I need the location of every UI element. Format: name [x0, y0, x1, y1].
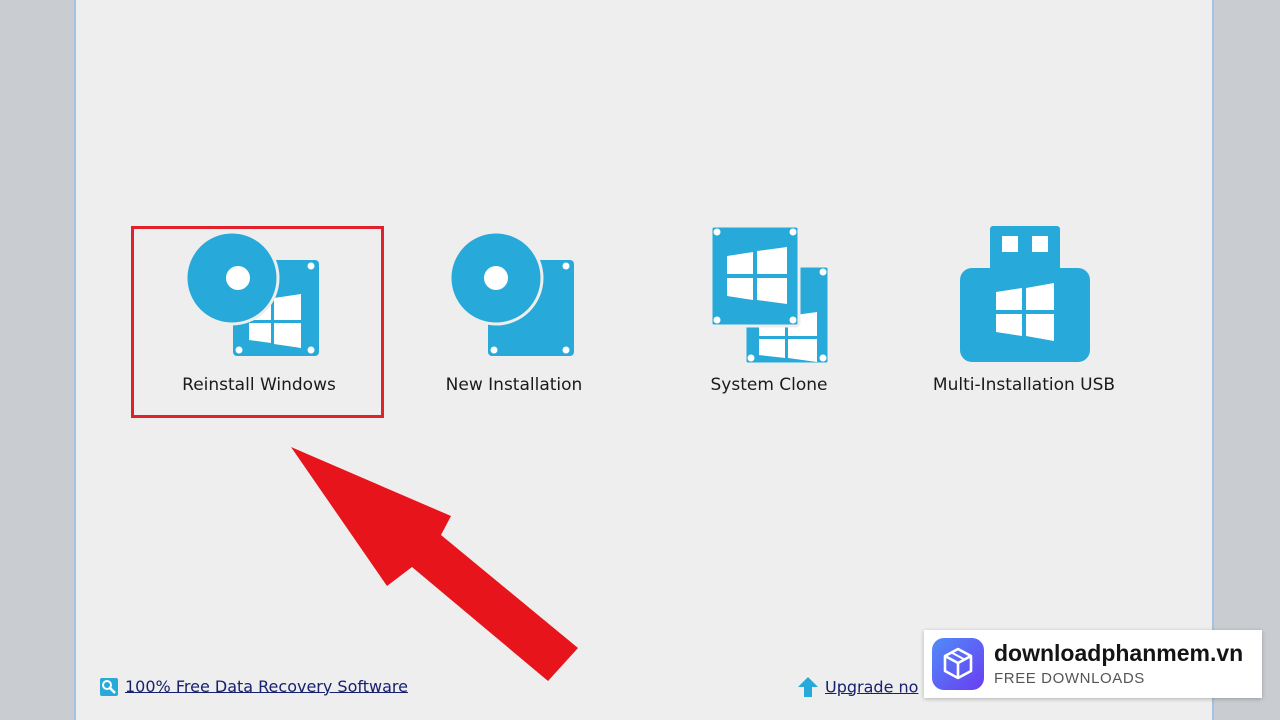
watermark-subtitle: FREE DOWNLOADS: [994, 670, 1145, 687]
multi-installation-usb-option[interactable]: Multi-Installation USB: [896, 222, 1152, 418]
watermark-site: downloadphanmem.vn: [994, 640, 1244, 666]
disc-windows-icon: [184, 230, 319, 356]
option-label: New Installation: [445, 375, 583, 395]
reinstall-windows-option[interactable]: Reinstall Windows: [131, 222, 387, 418]
usb-windows-icon: [960, 226, 1090, 362]
disc-drive-icon: [448, 230, 574, 356]
option-label: Multi-Installation USB: [932, 375, 1116, 395]
option-label: Reinstall Windows: [182, 375, 336, 395]
new-installation-option[interactable]: New Installation: [386, 222, 642, 418]
system-clone-option[interactable]: System Clone: [641, 222, 897, 418]
option-label: System Clone: [710, 375, 828, 395]
upload-arrow-icon: [798, 677, 818, 697]
free-data-recovery-link[interactable]: 100% Free Data Recovery Software: [99, 676, 408, 697]
recovery-link-label: 100% Free Data Recovery Software: [125, 677, 408, 696]
upgrade-link-label: Upgrade no: [825, 677, 919, 697]
watermark-banner: downloadphanmem.vn FREE DOWNLOADS: [924, 630, 1262, 698]
box-logo-icon: [932, 638, 984, 690]
upgrade-link[interactable]: Upgrade no: [797, 676, 918, 698]
windows-clone-icon: [709, 224, 831, 366]
magnifier-icon: [100, 677, 118, 696]
